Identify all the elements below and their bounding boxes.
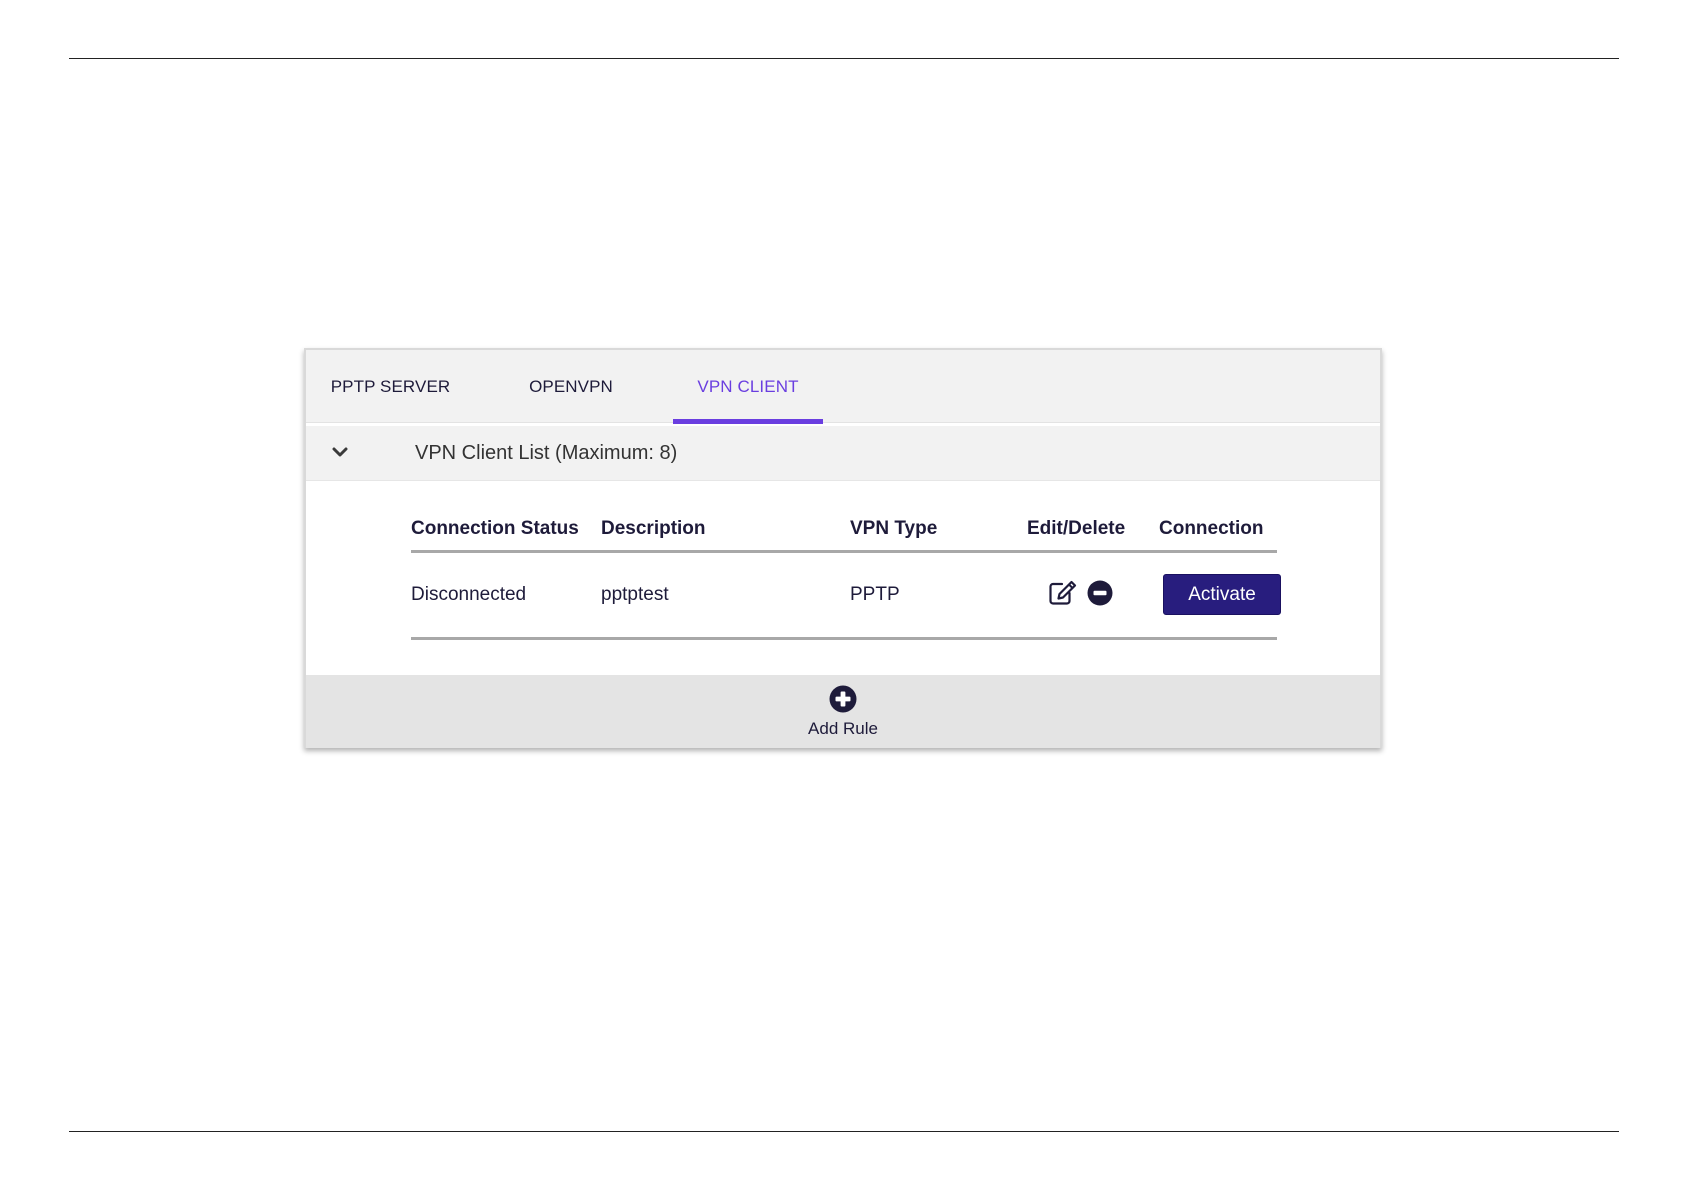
row-vpn-type: PPTP — [850, 584, 900, 605]
activate-button[interactable]: Activate — [1163, 574, 1281, 615]
column-header-status: Connection Status — [411, 518, 579, 539]
column-header-edit-delete: Edit/Delete — [1027, 518, 1126, 539]
tab-openvpn-server[interactable]: OPENVPN SERVER — [495, 350, 647, 470]
add-rule-label: Add Rule — [808, 719, 878, 738]
tab-vpn-client[interactable]: VPN CLIENT — [673, 350, 823, 424]
client-list-title: VPN Client List (Maximum: 8) — [415, 442, 678, 464]
connection-status: Disconnected — [411, 584, 527, 605]
edit-icon[interactable] — [1048, 580, 1078, 606]
add-rule-button[interactable]: Add Rule — [773, 685, 913, 739]
chevron-down-icon[interactable] — [332, 446, 348, 458]
tab-pptp-server[interactable]: PPTP SERVER — [328, 350, 453, 422]
column-header-vpn-type: VPN Type — [850, 518, 938, 539]
column-header-connection: Connection — [1159, 518, 1264, 539]
page-top-rule — [69, 58, 1619, 59]
tab-bar: PPTP SERVER OPENVPN SERVER VPN CLIENT — [306, 350, 1380, 470]
column-header-description: Description — [601, 518, 706, 539]
client-list-header[interactable]: VPN Client List (Maximum: 8) — [306, 426, 1380, 481]
minus-circle-icon[interactable] — [1087, 580, 1113, 606]
row-description: pptptest — [601, 584, 669, 605]
header-divider — [411, 550, 1277, 553]
vpn-settings-panel: PPTP SERVER OPENVPN SERVER VPN CLIENT VP… — [304, 348, 1382, 748]
table-bottom-divider — [411, 637, 1277, 640]
plus-circle-icon[interactable] — [829, 685, 857, 713]
footer-bar: Add Rule — [306, 675, 1380, 748]
page-bottom-rule — [69, 1131, 1619, 1132]
